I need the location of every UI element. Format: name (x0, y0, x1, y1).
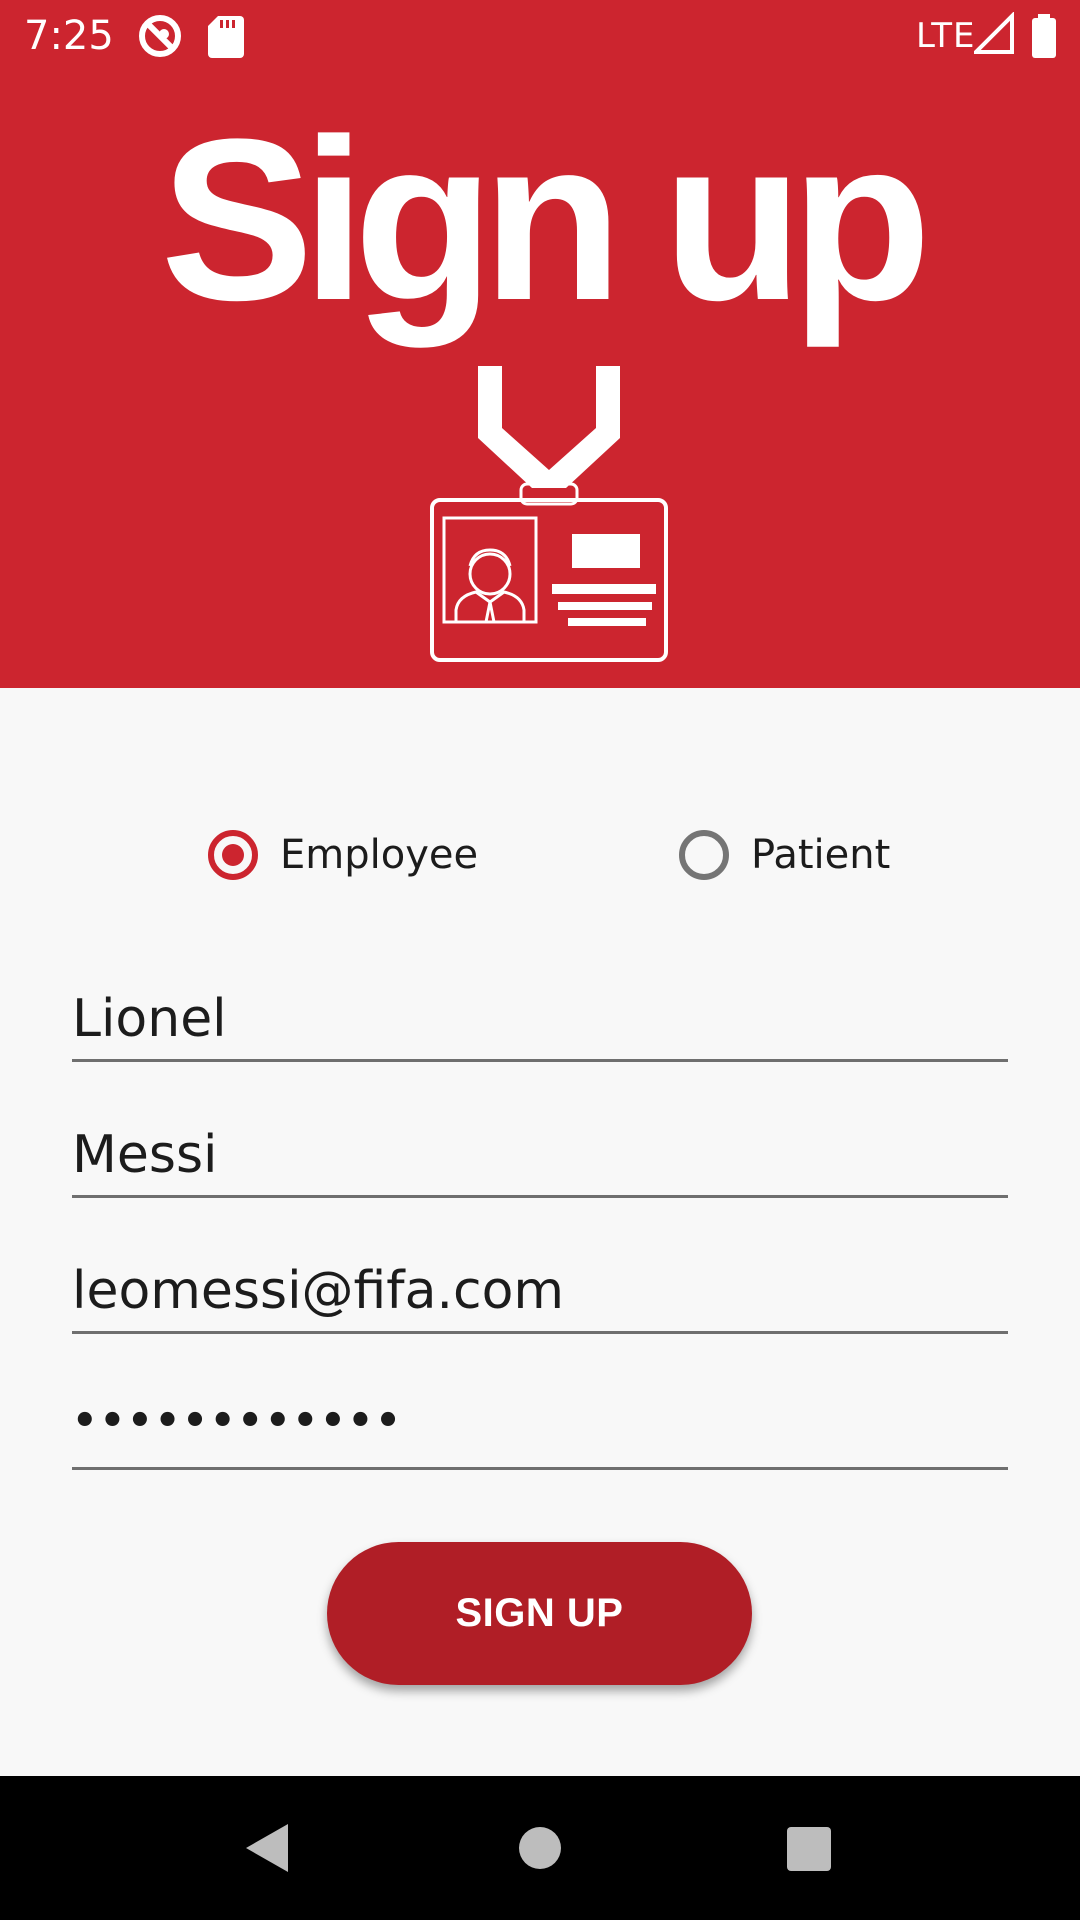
radio-patient[interactable]: Patient (679, 820, 890, 890)
radio-unchecked-icon[interactable] (679, 830, 729, 880)
user-type-radio-group: Employee Patient (0, 820, 1080, 890)
password-value: •••••••••••• (72, 1398, 403, 1444)
radio-label-employee: Employee (280, 832, 479, 878)
first-name-value: Lionel (72, 989, 227, 1049)
back-icon[interactable] (244, 1822, 292, 1874)
signal-icon (974, 12, 1014, 54)
status-bar: 7:25 LTE (0, 0, 1080, 72)
network-type: LTE (916, 16, 976, 56)
first-name-field[interactable]: Lionel (72, 982, 1008, 1062)
email-value: leomessi@fifa.com (72, 1261, 565, 1321)
id-badge-icon (430, 366, 668, 662)
password-field[interactable]: •••••••••••• (72, 1390, 1008, 1470)
email-field[interactable]: leomessi@fifa.com (72, 1254, 1008, 1334)
navigation-bar (0, 1776, 1080, 1920)
radio-label-patient: Patient (751, 832, 891, 878)
last-name-value: Messi (72, 1125, 218, 1185)
sign-up-button[interactable]: SIGN UP (327, 1542, 752, 1685)
radio-checked-icon[interactable] (208, 830, 258, 880)
header: 7:25 LTE Sign up (0, 0, 1080, 688)
recents-icon[interactable] (786, 1826, 832, 1872)
battery-icon (1032, 14, 1056, 58)
radio-employee[interactable]: Employee (208, 820, 478, 890)
status-time: 7:25 (24, 13, 114, 59)
do-not-disturb-icon (139, 15, 181, 57)
last-name-field[interactable]: Messi (72, 1118, 1008, 1198)
home-icon[interactable] (518, 1826, 562, 1870)
page-title: Sign up (160, 91, 931, 348)
sd-card-icon (208, 16, 244, 58)
